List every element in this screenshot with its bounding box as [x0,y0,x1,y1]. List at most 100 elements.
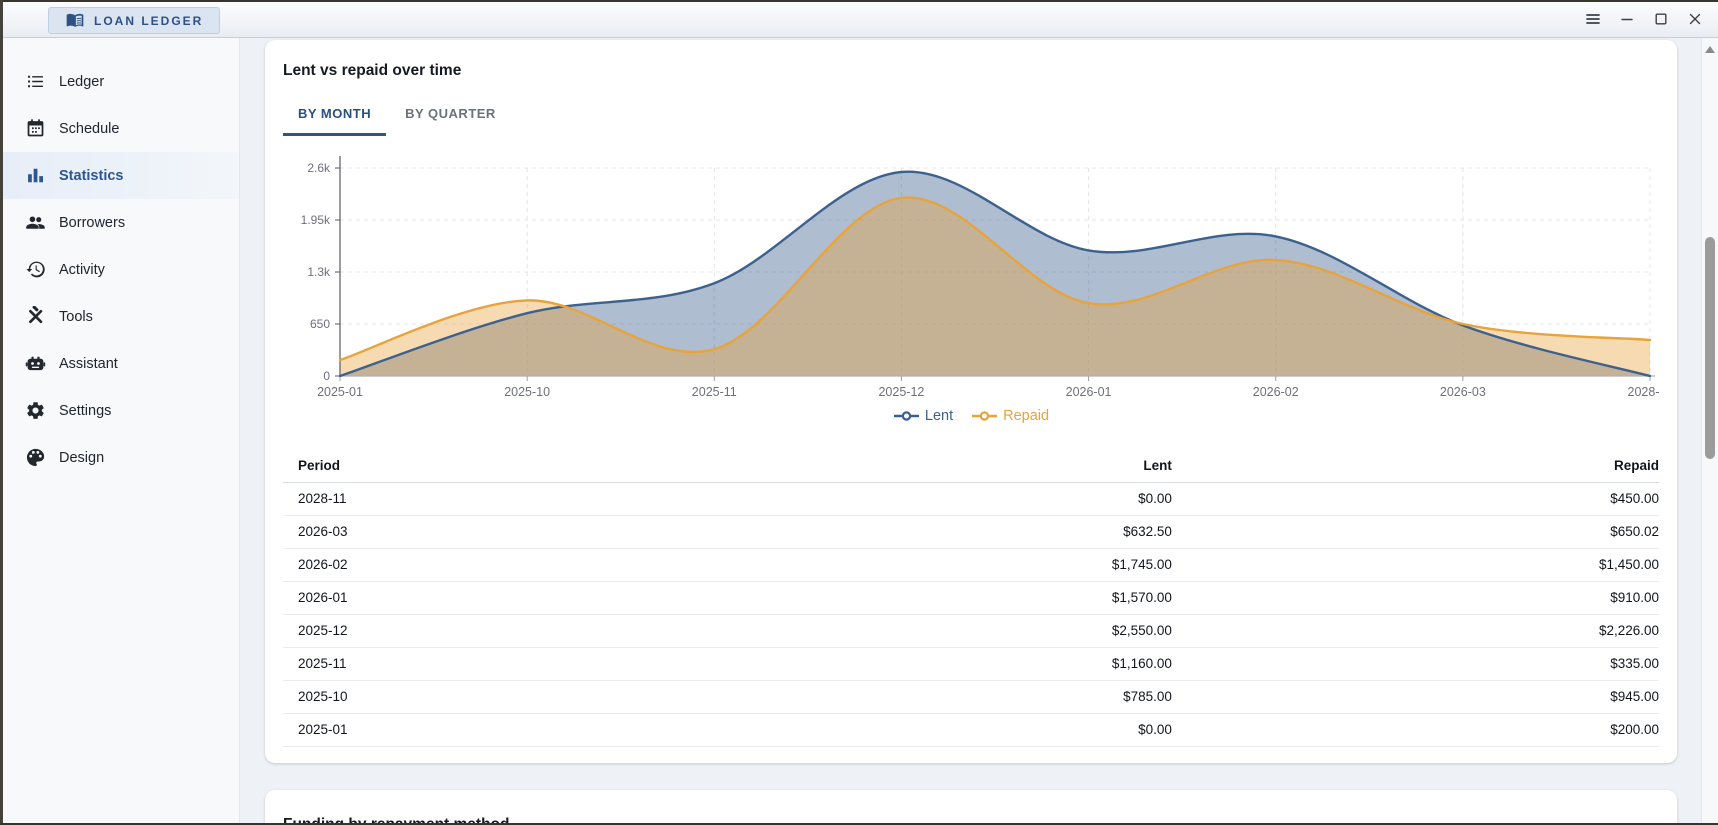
bar-chart-icon [25,165,46,186]
legend-item-lent[interactable]: Lent [893,408,953,424]
period-cell: 2025-01 [283,713,834,747]
svg-text:2028-11: 2028-11 [1628,385,1659,399]
sidebar-item-label: Design [59,449,105,466]
table-row: 2028-11 $0.00 $450.00 [283,482,1659,516]
repaid-cell: $945.00 [1171,680,1659,714]
sidebar-item-design[interactable]: Design [0,434,239,481]
svg-text:1.95k: 1.95k [301,213,331,227]
period-cell: 2025-11 [283,647,834,681]
minimize-icon [1619,11,1635,27]
lent-cell: $1,160.00 [833,647,1172,681]
period-cell: 2025-10 [283,680,834,714]
minimize-button[interactable] [1614,6,1640,32]
column-header-period: Period [283,450,834,483]
repaid-cell: $450.00 [1171,482,1659,516]
lent-cell: $0.00 [833,713,1172,747]
lent-repaid-chart: 0 650 1.3k 1.95k 2.6k 2025-01 2025-10 2025-11 20… [301,156,1659,399]
repaid-cell: $335.00 [1171,647,1659,681]
lent-cell: $1,570.00 [833,581,1172,615]
svg-text:2026-03: 2026-03 [1440,385,1486,399]
card-title: Lent vs repaid over time [283,62,462,79]
table-header-row: Period Lent Repaid [283,450,1659,483]
close-button[interactable] [1682,6,1708,32]
main-content: Lent vs repaid over time BY MONTH BY QUA… [240,38,1701,825]
svg-text:0: 0 [323,369,330,383]
legend-item-repaid[interactable]: Repaid [971,408,1049,424]
legend-label: Lent [924,408,954,424]
gear-icon [25,400,46,421]
funding-card: Funding by repayment method [265,789,1677,825]
sidebar-item-label: Borrowers [59,214,126,231]
period-cell: 2025-12 [283,614,834,648]
repaid-cell: $910.00 [1171,581,1659,615]
table-row: 2025-10 $785.00 $945.00 [283,680,1659,714]
sidebar-item-label: Tools [59,308,93,325]
sidebar-item-settings[interactable]: Settings [0,387,239,434]
sidebar-item-assistant[interactable]: Assistant [0,340,239,387]
menu-icon [1585,11,1601,27]
table-row: 2025-01 $0.00 $200.00 [283,713,1659,747]
period-table: Period Lent Repaid 2028-11 $0.00 $450.00 2026… [283,450,1659,747]
sidebar-item-borrowers[interactable]: Borrowers [0,199,239,246]
legend-marker-icon [971,410,998,422]
titlebar: LOAN LEDGER [0,0,1718,38]
tab-by-quarter[interactable]: BY QUARTER [390,106,511,136]
maximize-icon [1653,11,1669,27]
scroll-up-icon[interactable] [1705,46,1715,53]
table-row: 2026-02 $1,745.00 $1,450.00 [283,548,1659,582]
palette-icon [25,447,46,468]
svg-text:2026-01: 2026-01 [1066,385,1112,399]
sidebar-item-ledger[interactable]: Ledger [0,58,239,105]
window-scrollbar[interactable] [1701,38,1718,825]
svg-text:2025-12: 2025-12 [878,385,924,399]
table-row: 2026-03 $632.50 $650.02 [283,515,1659,549]
sidebar: Ledger Schedule Statistics Borrowers Activit… [0,38,240,825]
sidebar-item-tools[interactable]: Tools [0,293,239,340]
legend-marker-icon [893,410,920,422]
svg-text:650: 650 [310,317,330,331]
legend-label: Repaid [1003,408,1050,424]
sidebar-item-label: Schedule [59,120,120,137]
sidebar-item-label: Assistant [59,355,118,372]
calendar-icon [25,118,46,139]
svg-text:2.6k: 2.6k [307,161,331,175]
book-icon [65,11,85,31]
tab-by-month[interactable]: BY MONTH [283,106,387,136]
column-header-lent: Lent [833,450,1172,483]
sidebar-item-activity[interactable]: Activity [0,246,239,293]
maximize-button[interactable] [1648,6,1674,32]
period-cell: 2026-02 [283,548,834,582]
history-icon [25,259,46,280]
svg-text:2025-11: 2025-11 [692,385,737,399]
sidebar-item-label: Activity [59,261,105,278]
window-frame-top [0,0,1718,2]
scrollbar-thumb[interactable] [1705,237,1715,459]
sidebar-item-label: Statistics [59,167,124,184]
sidebar-item-statistics[interactable]: Statistics [0,152,239,199]
chart-legend: Lent Repaid [283,404,1659,428]
repaid-cell: $1,450.00 [1171,548,1659,582]
app-tab[interactable]: LOAN LEDGER [48,7,221,34]
lent-cell: $785.00 [833,680,1172,714]
table-row: 2025-11 $1,160.00 $335.00 [283,647,1659,681]
sidebar-item-label: Settings [59,402,112,419]
period-cell: 2026-03 [283,515,834,549]
repaid-cell: $2,226.00 [1171,614,1659,648]
svg-text:2025-10: 2025-10 [504,385,550,399]
table-row: 2026-01 $1,570.00 $910.00 [283,581,1659,615]
svg-text:1.3k: 1.3k [307,265,331,279]
menu-button[interactable] [1580,6,1606,32]
period-cell: 2026-01 [283,581,834,615]
lent-cell: $1,745.00 [833,548,1172,582]
svg-text:2026-02: 2026-02 [1253,385,1299,399]
list-icon [25,71,46,92]
people-icon [25,212,46,233]
sidebar-item-label: Ledger [59,73,105,90]
app-title: LOAN LEDGER [94,13,204,28]
sidebar-item-schedule[interactable]: Schedule [0,105,239,152]
lent-cell: $2,550.00 [833,614,1172,648]
close-icon [1687,11,1703,27]
lent-cell: $632.50 [833,515,1172,549]
column-header-repaid: Repaid [1171,450,1659,483]
chart-tabs: BY MONTH BY QUARTER [283,106,1659,136]
